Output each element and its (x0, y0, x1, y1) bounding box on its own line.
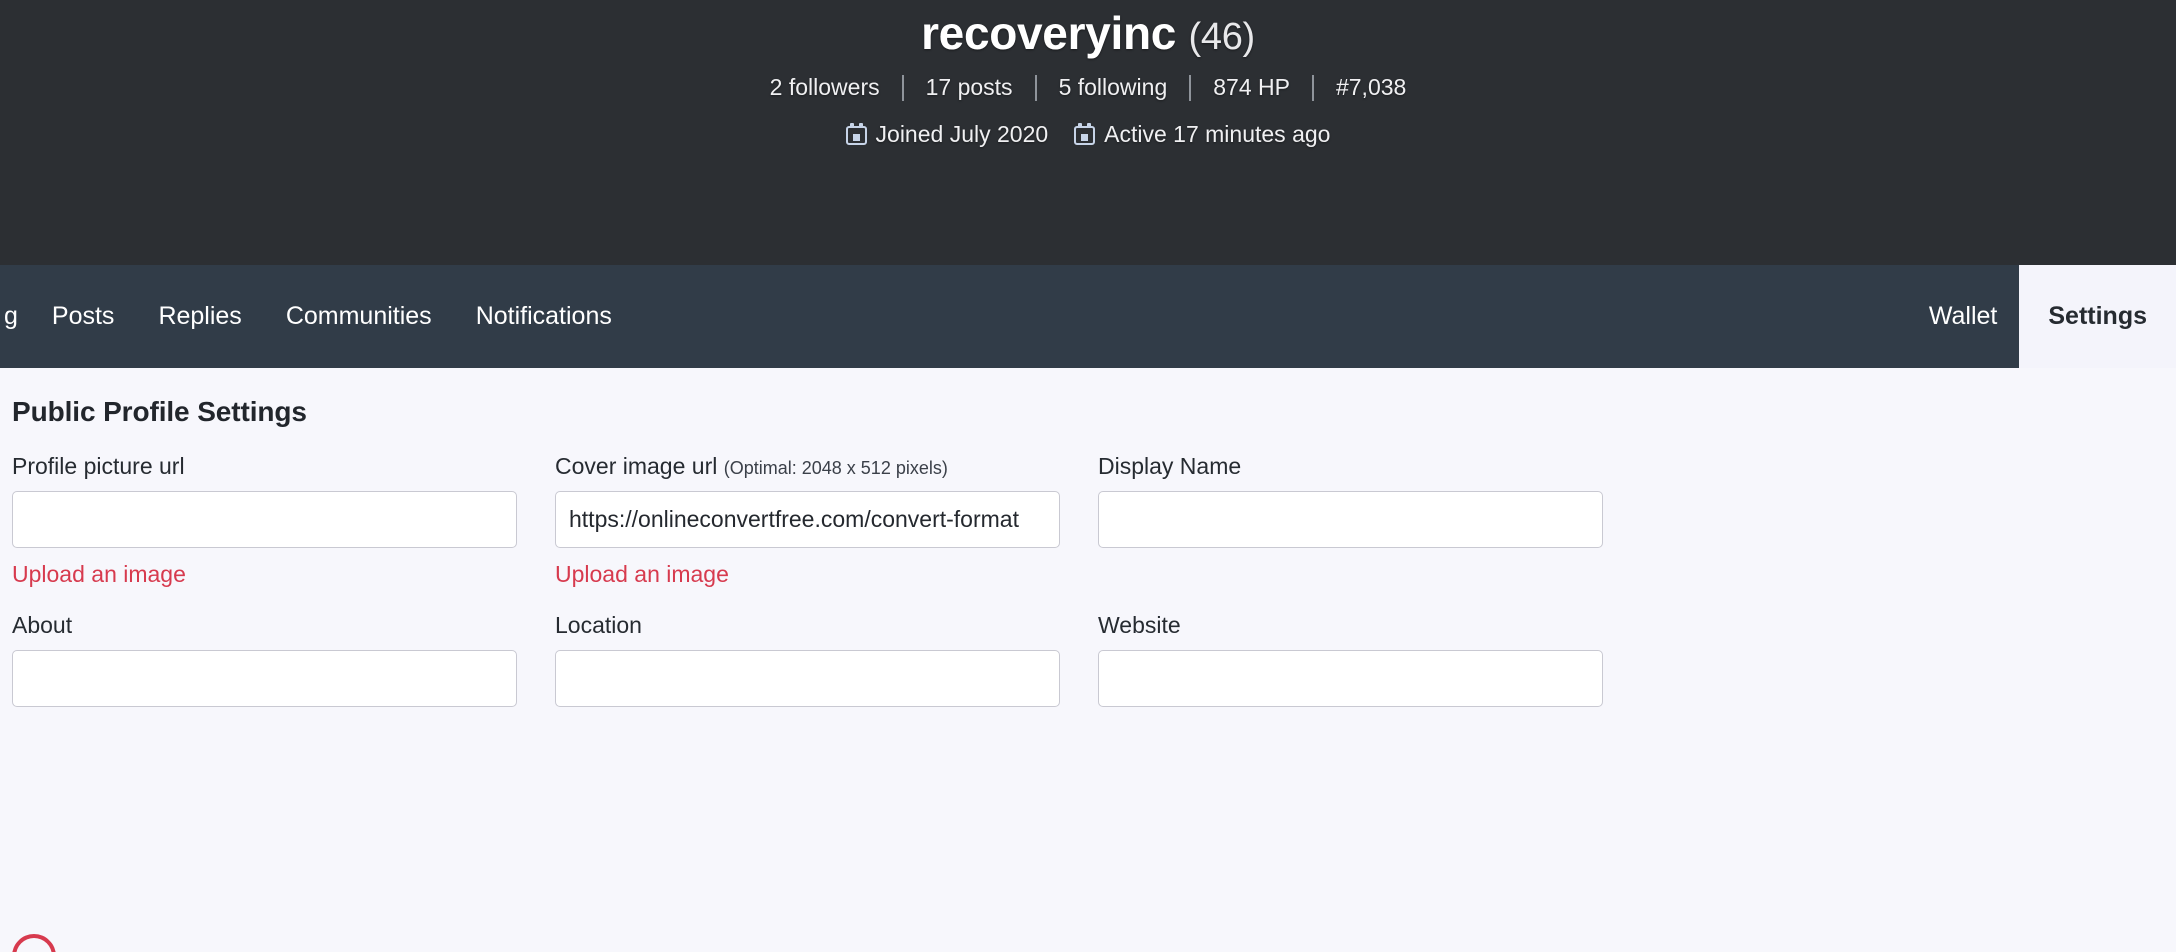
profile-meta: Joined July 2020 Active 17 minutes ago (845, 120, 1331, 147)
profile-picture-upload-link[interactable]: Upload an image (12, 561, 186, 588)
field-profile-picture-url: Profile picture url Upload an image (12, 453, 517, 588)
field-display-name: Display Name (1098, 453, 1603, 588)
display-name-spacer (1098, 548, 1603, 584)
profile-picture-url-label: Profile picture url (12, 453, 185, 479)
calendar-icon (1074, 123, 1096, 146)
calendar-icon (845, 123, 867, 146)
website-input[interactable] (1098, 650, 1603, 707)
joined-label: Joined July 2020 (875, 120, 1049, 147)
profile-username: recoveryinc (921, 7, 1177, 59)
stat-rank[interactable]: #7,038 (1314, 76, 1406, 99)
loading-spinner (2, 924, 66, 952)
page-title: recoveryinc (46) (921, 8, 1255, 59)
profile-header: recoveryinc (46) 2 followers 17 posts 5 … (0, 0, 2176, 265)
spinner-arc-icon (2, 924, 66, 952)
nav-item-truncated[interactable]: g (0, 265, 30, 368)
nav-item-communities[interactable]: Communities (264, 265, 454, 368)
cover-image-url-hint: (Optimal: 2048 x 512 pixels) (723, 458, 948, 478)
cover-image-url-label-text: Cover image url (555, 453, 718, 479)
field-about: About (12, 612, 517, 707)
profile-nav-bar: g Posts Replies Communities Notification… (0, 265, 2176, 368)
meta-joined: Joined July 2020 (845, 120, 1049, 147)
display-name-label: Display Name (1098, 453, 1242, 479)
profile-stats: 2 followers 17 posts 5 following 874 HP … (770, 74, 1406, 101)
profile-settings-form-row-1: Profile picture url Upload an image Cove… (0, 453, 2176, 588)
nav-item-settings[interactable]: Settings (2019, 265, 2176, 368)
field-cover-image-url: Cover image url (Optimal: 2048 x 512 pix… (555, 453, 1060, 588)
stat-hp[interactable]: 874 HP (1191, 76, 1312, 99)
field-location: Location (555, 612, 1060, 707)
profile-picture-url-input[interactable] (12, 491, 517, 548)
nav-item-replies[interactable]: Replies (136, 265, 263, 368)
meta-active: Active 17 minutes ago (1074, 120, 1331, 147)
website-label: Website (1098, 612, 1181, 638)
cover-image-url-input[interactable] (555, 491, 1060, 548)
nav-left-group: g Posts Replies Communities Notification… (0, 265, 634, 368)
stat-posts[interactable]: 17 posts (904, 76, 1035, 99)
stat-followers[interactable]: 2 followers (770, 76, 902, 99)
nav-item-wallet[interactable]: Wallet (1907, 265, 2020, 368)
display-name-input[interactable] (1098, 491, 1603, 548)
location-label: Location (555, 612, 642, 638)
cover-image-upload-link[interactable]: Upload an image (555, 561, 729, 588)
location-input[interactable] (555, 650, 1060, 707)
field-website: Website (1098, 612, 1603, 707)
nav-item-notifications[interactable]: Notifications (454, 265, 634, 368)
active-label: Active 17 minutes ago (1104, 120, 1331, 147)
profile-reputation: (46) (1188, 16, 1256, 58)
stat-following[interactable]: 5 following (1037, 76, 1190, 99)
settings-content: Public Profile Settings Profile picture … (0, 368, 2176, 952)
about-input[interactable] (12, 650, 517, 707)
profile-settings-form-row-2: About Location Website (0, 612, 2176, 707)
nav-item-posts[interactable]: Posts (30, 265, 137, 368)
nav-right-group: Wallet Settings (1907, 265, 2176, 368)
about-label: About (12, 612, 73, 638)
section-title: Public Profile Settings (12, 396, 307, 427)
cover-image-url-label: Cover image url (Optimal: 2048 x 512 pix… (555, 453, 1060, 480)
